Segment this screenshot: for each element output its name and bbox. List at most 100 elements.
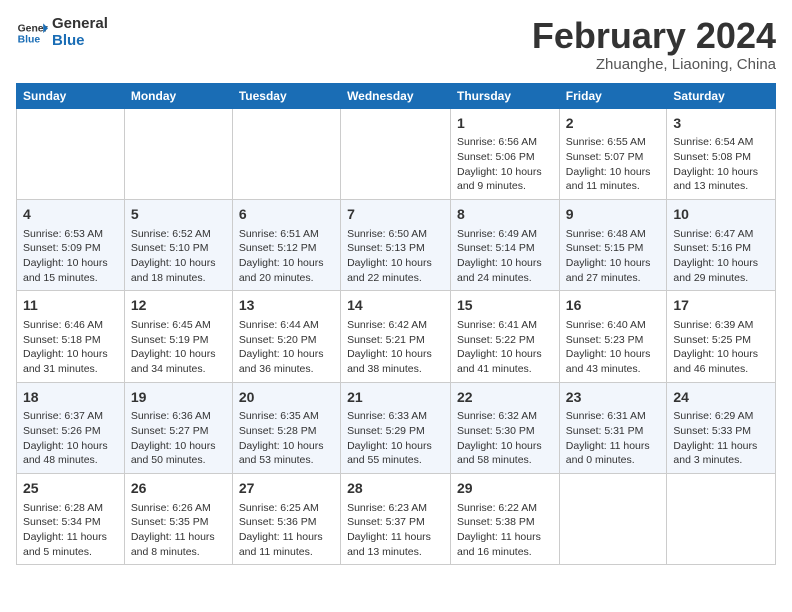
calendar-cell: 9Sunrise: 6:48 AM Sunset: 5:15 PM Daylig…: [559, 199, 667, 290]
calendar-cell: 21Sunrise: 6:33 AM Sunset: 5:29 PM Dayli…: [341, 382, 451, 473]
day-number: 26: [131, 479, 226, 499]
day-number: 10: [673, 205, 769, 225]
day-info: Sunrise: 6:40 AM Sunset: 5:23 PM Dayligh…: [566, 318, 661, 377]
calendar-cell: 8Sunrise: 6:49 AM Sunset: 5:14 PM Daylig…: [451, 199, 560, 290]
calendar-cell: 26Sunrise: 6:26 AM Sunset: 5:35 PM Dayli…: [124, 473, 232, 564]
calendar-cell: 23Sunrise: 6:31 AM Sunset: 5:31 PM Dayli…: [559, 382, 667, 473]
weekday-header: Monday: [124, 83, 232, 108]
weekday-header: Thursday: [451, 83, 560, 108]
day-info: Sunrise: 6:28 AM Sunset: 5:34 PM Dayligh…: [23, 501, 118, 560]
day-info: Sunrise: 6:26 AM Sunset: 5:35 PM Dayligh…: [131, 501, 226, 560]
day-number: 18: [23, 388, 118, 408]
day-number: 24: [673, 388, 769, 408]
day-number: 4: [23, 205, 118, 225]
calendar-cell: 5Sunrise: 6:52 AM Sunset: 5:10 PM Daylig…: [124, 199, 232, 290]
day-info: Sunrise: 6:45 AM Sunset: 5:19 PM Dayligh…: [131, 318, 226, 377]
day-number: 14: [347, 296, 444, 316]
calendar-cell: [667, 473, 776, 564]
day-info: Sunrise: 6:53 AM Sunset: 5:09 PM Dayligh…: [23, 227, 118, 286]
calendar-cell: 6Sunrise: 6:51 AM Sunset: 5:12 PM Daylig…: [232, 199, 340, 290]
day-info: Sunrise: 6:49 AM Sunset: 5:14 PM Dayligh…: [457, 227, 553, 286]
logo-icon: General Blue: [16, 17, 48, 49]
calendar-cell: 15Sunrise: 6:41 AM Sunset: 5:22 PM Dayli…: [451, 291, 560, 382]
calendar-cell: [17, 108, 125, 199]
day-number: 29: [457, 479, 553, 499]
calendar-week-row: 25Sunrise: 6:28 AM Sunset: 5:34 PM Dayli…: [17, 473, 776, 564]
calendar-cell: 17Sunrise: 6:39 AM Sunset: 5:25 PM Dayli…: [667, 291, 776, 382]
calendar-week-row: 1Sunrise: 6:56 AM Sunset: 5:06 PM Daylig…: [17, 108, 776, 199]
calendar-week-row: 4Sunrise: 6:53 AM Sunset: 5:09 PM Daylig…: [17, 199, 776, 290]
title-block: February 2024 Zhuanghe, Liaoning, China: [532, 16, 776, 73]
calendar-cell: 18Sunrise: 6:37 AM Sunset: 5:26 PM Dayli…: [17, 382, 125, 473]
calendar-cell: 28Sunrise: 6:23 AM Sunset: 5:37 PM Dayli…: [341, 473, 451, 564]
calendar-cell: 2Sunrise: 6:55 AM Sunset: 5:07 PM Daylig…: [559, 108, 667, 199]
day-number: 23: [566, 388, 661, 408]
day-number: 1: [457, 114, 553, 134]
day-number: 19: [131, 388, 226, 408]
calendar-cell: 12Sunrise: 6:45 AM Sunset: 5:19 PM Dayli…: [124, 291, 232, 382]
calendar-cell: 13Sunrise: 6:44 AM Sunset: 5:20 PM Dayli…: [232, 291, 340, 382]
day-number: 7: [347, 205, 444, 225]
calendar-cell: [559, 473, 667, 564]
calendar-cell: 20Sunrise: 6:35 AM Sunset: 5:28 PM Dayli…: [232, 382, 340, 473]
day-info: Sunrise: 6:50 AM Sunset: 5:13 PM Dayligh…: [347, 227, 444, 286]
logo-general: General: [52, 16, 108, 33]
calendar-cell: 22Sunrise: 6:32 AM Sunset: 5:30 PM Dayli…: [451, 382, 560, 473]
day-info: Sunrise: 6:54 AM Sunset: 5:08 PM Dayligh…: [673, 135, 769, 194]
calendar-week-row: 11Sunrise: 6:46 AM Sunset: 5:18 PM Dayli…: [17, 291, 776, 382]
day-info: Sunrise: 6:46 AM Sunset: 5:18 PM Dayligh…: [23, 318, 118, 377]
location-subtitle: Zhuanghe, Liaoning, China: [532, 56, 776, 73]
day-info: Sunrise: 6:51 AM Sunset: 5:12 PM Dayligh…: [239, 227, 334, 286]
day-info: Sunrise: 6:37 AM Sunset: 5:26 PM Dayligh…: [23, 409, 118, 468]
day-info: Sunrise: 6:56 AM Sunset: 5:06 PM Dayligh…: [457, 135, 553, 194]
page-header: General Blue General Blue February 2024 …: [16, 16, 776, 73]
calendar-cell: 4Sunrise: 6:53 AM Sunset: 5:09 PM Daylig…: [17, 199, 125, 290]
day-number: 21: [347, 388, 444, 408]
day-info: Sunrise: 6:42 AM Sunset: 5:21 PM Dayligh…: [347, 318, 444, 377]
day-info: Sunrise: 6:31 AM Sunset: 5:31 PM Dayligh…: [566, 409, 661, 468]
day-number: 25: [23, 479, 118, 499]
day-info: Sunrise: 6:55 AM Sunset: 5:07 PM Dayligh…: [566, 135, 661, 194]
calendar-cell: 29Sunrise: 6:22 AM Sunset: 5:38 PM Dayli…: [451, 473, 560, 564]
calendar-cell: 16Sunrise: 6:40 AM Sunset: 5:23 PM Dayli…: [559, 291, 667, 382]
calendar-cell: [341, 108, 451, 199]
calendar-table: SundayMondayTuesdayWednesdayThursdayFrid…: [16, 83, 776, 566]
calendar-cell: 24Sunrise: 6:29 AM Sunset: 5:33 PM Dayli…: [667, 382, 776, 473]
calendar-cell: 19Sunrise: 6:36 AM Sunset: 5:27 PM Dayli…: [124, 382, 232, 473]
calendar-cell: 27Sunrise: 6:25 AM Sunset: 5:36 PM Dayli…: [232, 473, 340, 564]
day-number: 16: [566, 296, 661, 316]
logo-blue: Blue: [52, 33, 108, 50]
calendar-cell: 11Sunrise: 6:46 AM Sunset: 5:18 PM Dayli…: [17, 291, 125, 382]
day-info: Sunrise: 6:44 AM Sunset: 5:20 PM Dayligh…: [239, 318, 334, 377]
weekday-header-row: SundayMondayTuesdayWednesdayThursdayFrid…: [17, 83, 776, 108]
calendar-cell: 1Sunrise: 6:56 AM Sunset: 5:06 PM Daylig…: [451, 108, 560, 199]
day-number: 11: [23, 296, 118, 316]
day-number: 27: [239, 479, 334, 499]
calendar-cell: [232, 108, 340, 199]
day-number: 6: [239, 205, 334, 225]
day-info: Sunrise: 6:47 AM Sunset: 5:16 PM Dayligh…: [673, 227, 769, 286]
day-number: 8: [457, 205, 553, 225]
day-info: Sunrise: 6:23 AM Sunset: 5:37 PM Dayligh…: [347, 501, 444, 560]
day-number: 3: [673, 114, 769, 134]
calendar-cell: 25Sunrise: 6:28 AM Sunset: 5:34 PM Dayli…: [17, 473, 125, 564]
day-number: 2: [566, 114, 661, 134]
day-info: Sunrise: 6:41 AM Sunset: 5:22 PM Dayligh…: [457, 318, 553, 377]
day-number: 9: [566, 205, 661, 225]
weekday-header: Saturday: [667, 83, 776, 108]
month-title: February 2024: [532, 16, 776, 56]
day-number: 22: [457, 388, 553, 408]
calendar-cell: [124, 108, 232, 199]
logo: General Blue General Blue: [16, 16, 108, 49]
day-number: 12: [131, 296, 226, 316]
day-info: Sunrise: 6:35 AM Sunset: 5:28 PM Dayligh…: [239, 409, 334, 468]
day-info: Sunrise: 6:29 AM Sunset: 5:33 PM Dayligh…: [673, 409, 769, 468]
calendar-cell: 14Sunrise: 6:42 AM Sunset: 5:21 PM Dayli…: [341, 291, 451, 382]
svg-text:Blue: Blue: [18, 34, 41, 45]
day-number: 20: [239, 388, 334, 408]
day-number: 17: [673, 296, 769, 316]
calendar-cell: 3Sunrise: 6:54 AM Sunset: 5:08 PM Daylig…: [667, 108, 776, 199]
day-number: 5: [131, 205, 226, 225]
day-number: 15: [457, 296, 553, 316]
day-info: Sunrise: 6:25 AM Sunset: 5:36 PM Dayligh…: [239, 501, 334, 560]
